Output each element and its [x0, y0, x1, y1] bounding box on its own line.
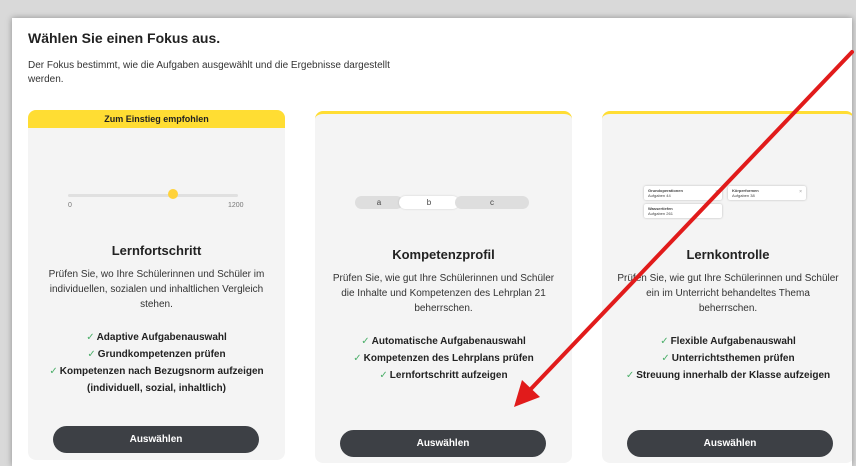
card-title: Lernkontrolle	[686, 247, 770, 262]
card-description: Prüfen Sie, wie gut Ihre Schülerinnen un…	[332, 273, 555, 314]
feature-list: ✓ Automatische Aufgabenauswahl ✓ Kompetenz…	[325, 333, 562, 384]
page-title: Wählen Sie einen Fokus aus.	[28, 30, 221, 46]
feature-item: ✓ Kompetenzen nach Bezugsnorm aufzeigen (…	[49, 366, 264, 394]
slider-min-label: 0	[68, 202, 72, 209]
check-icon: ✓	[353, 353, 362, 364]
check-icon: ✓	[49, 366, 58, 377]
select-button-kompetenzprofil[interactable]: Auswählen	[340, 430, 546, 457]
card-kompetenzprofil: a b c Kompetenzprofil Prüfen Sie, wie gu…	[315, 111, 572, 463]
page-description: Der Fokus bestimmt, wie die Aufgaben aus…	[28, 60, 390, 85]
check-icon: ✓	[660, 336, 669, 347]
card-title: Lernfortschritt	[111, 243, 202, 258]
card-lernfortschritt: Zum Einstieg empfohlen 0 1200 Lernfortsc…	[28, 110, 285, 460]
feature-list: ✓ Flexible Aufgabenauswahl ✓ Unterrichtsth…	[612, 333, 844, 384]
segment-c: c	[455, 196, 529, 209]
feature-item: ✓ Lernfortschritt aufzeigen	[379, 370, 508, 381]
segment-a: a	[355, 196, 403, 209]
check-icon: ✓	[379, 370, 388, 381]
check-icon: ✓	[86, 332, 95, 343]
check-icon: ✓	[361, 336, 370, 347]
focus-selection-panel: Wählen Sie einen Fokus aus. Der Fokus be…	[12, 18, 852, 466]
check-icon: ✓	[625, 370, 635, 381]
mini-topic-card: Grundoperationen Aufgaben 44 ×	[644, 186, 722, 200]
feature-item: ✓ Grundkompetenzen prüfen	[87, 349, 226, 360]
check-icon: ✓	[661, 353, 670, 364]
mini-topic-card: Körperformen Aufgaben 38 ×	[728, 186, 806, 200]
segment-b: b	[399, 196, 459, 209]
mini-topic-card: Wassertiefen Aufgaben 261	[644, 204, 722, 218]
feature-item: ✓ Automatische Aufgabenauswahl	[361, 336, 526, 347]
slider-knob	[168, 189, 179, 199]
recommended-badge: Zum Einstieg empfohlen	[28, 110, 285, 128]
card-lernkontrolle: Grundoperationen Aufgaben 44 × Körperfor…	[602, 111, 852, 463]
slider-max-label: 1200	[228, 202, 244, 209]
feature-item: ✓ Flexible Aufgabenauswahl	[660, 336, 796, 347]
card-description: Prüfen Sie, wo Ihre Schülerinnen und Sch…	[48, 269, 265, 310]
select-button-lernfortschritt[interactable]: Auswählen	[53, 426, 259, 453]
feature-item: ✓ Adaptive Aufgabenauswahl	[86, 332, 227, 343]
close-icon: ×	[715, 189, 718, 195]
card-description: Prüfen Sie, wie gut Ihre Schülerinnen un…	[617, 273, 839, 314]
close-icon: ×	[799, 189, 802, 195]
check-icon: ✓	[87, 349, 96, 360]
feature-item: ✓ Kompetenzen des Lehrplans prüfen	[353, 353, 534, 364]
select-button-lernkontrolle[interactable]: Auswählen	[627, 430, 833, 457]
feature-item: ✓ Streuung innerhalb der Klasse aufzeigen	[625, 370, 831, 381]
feature-list: ✓ Adaptive Aufgabenauswahl ✓ Grundkompeten…	[38, 329, 275, 397]
feature-item: ✓ Unterrichtsthemen prüfen	[661, 353, 795, 364]
card-title: Kompetenzprofil	[392, 247, 495, 262]
slider-track	[68, 194, 238, 197]
